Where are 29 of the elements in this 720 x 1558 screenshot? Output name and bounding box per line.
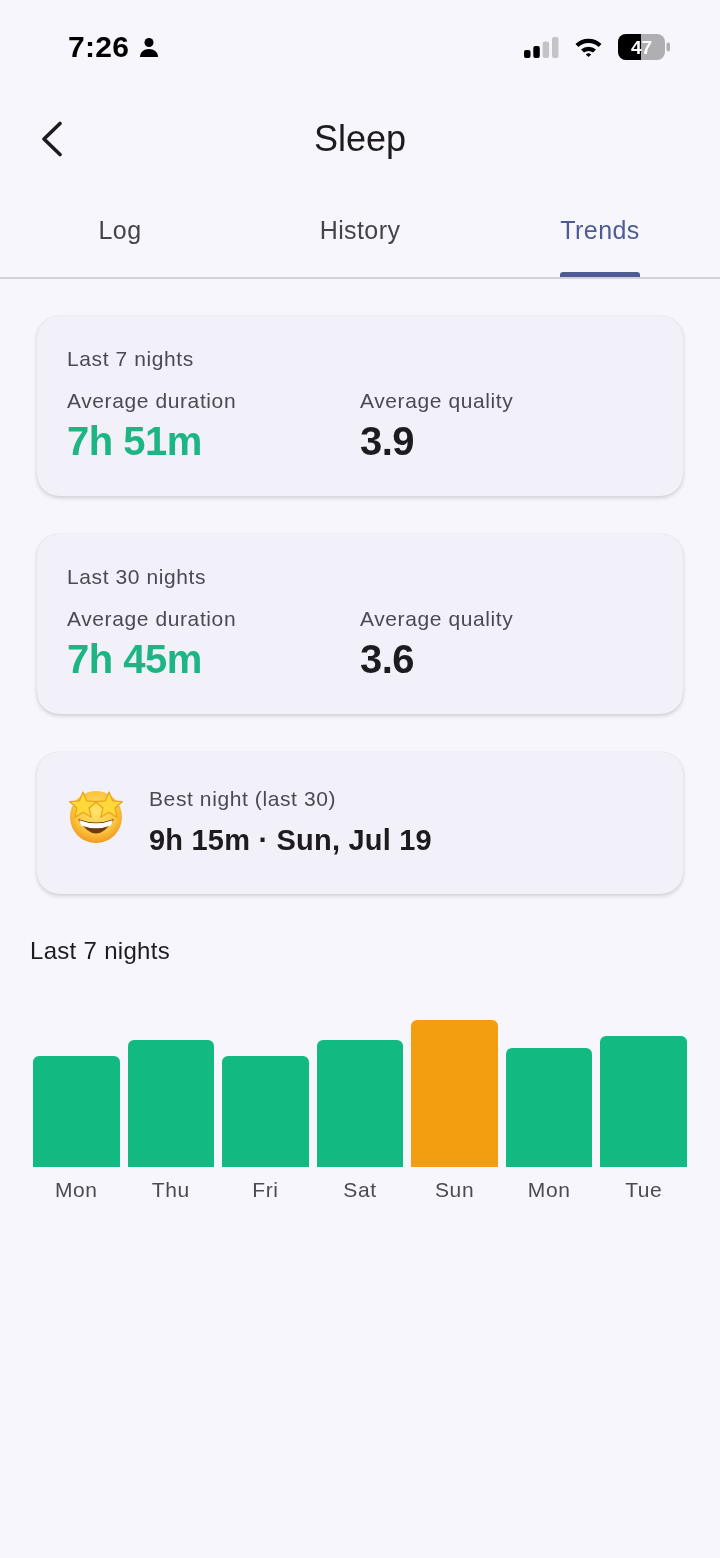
period-label: Last 30 nights [67, 564, 208, 590]
bar-label: Mon [526, 1177, 572, 1203]
best-night-label: Best night (last 30) [149, 786, 338, 812]
bar-label: Sat [342, 1177, 378, 1203]
person-icon [139, 37, 160, 57]
bar-label: Sun [434, 1177, 476, 1203]
bar-label: Thu [150, 1177, 191, 1203]
bar-label: Mon [53, 1177, 99, 1203]
stat-value: 7h 51m [67, 418, 203, 464]
period-label: Last 7 nights [67, 346, 195, 372]
bar-label: Tue [624, 1177, 664, 1203]
best-night-value: 9h 15m · Sun, Jul 19 [149, 823, 432, 857]
status-time: 7:26 [68, 30, 130, 64]
chart-title: Last 7 nights [29, 936, 171, 966]
stat-label: Average duration [67, 388, 238, 414]
stat-label: Average duration [67, 606, 238, 632]
stat-label: Average quality [360, 606, 515, 632]
tab[interactable]: History [240, 184, 480, 277]
tab[interactable]: Log [0, 184, 240, 277]
stat-value: 3.6 [360, 636, 416, 682]
stat-value: 3.9 [360, 418, 416, 464]
page-title: Sleep [313, 118, 407, 160]
tab[interactable]: Trends [480, 184, 720, 277]
stat-label: Average quality [360, 388, 515, 414]
bar-label: Fri [251, 1177, 280, 1203]
stat-value: 7h 45m [67, 636, 203, 682]
wifi-icon [575, 37, 602, 57]
chevron-left-icon [40, 121, 64, 157]
signal-icon [524, 36, 559, 58]
